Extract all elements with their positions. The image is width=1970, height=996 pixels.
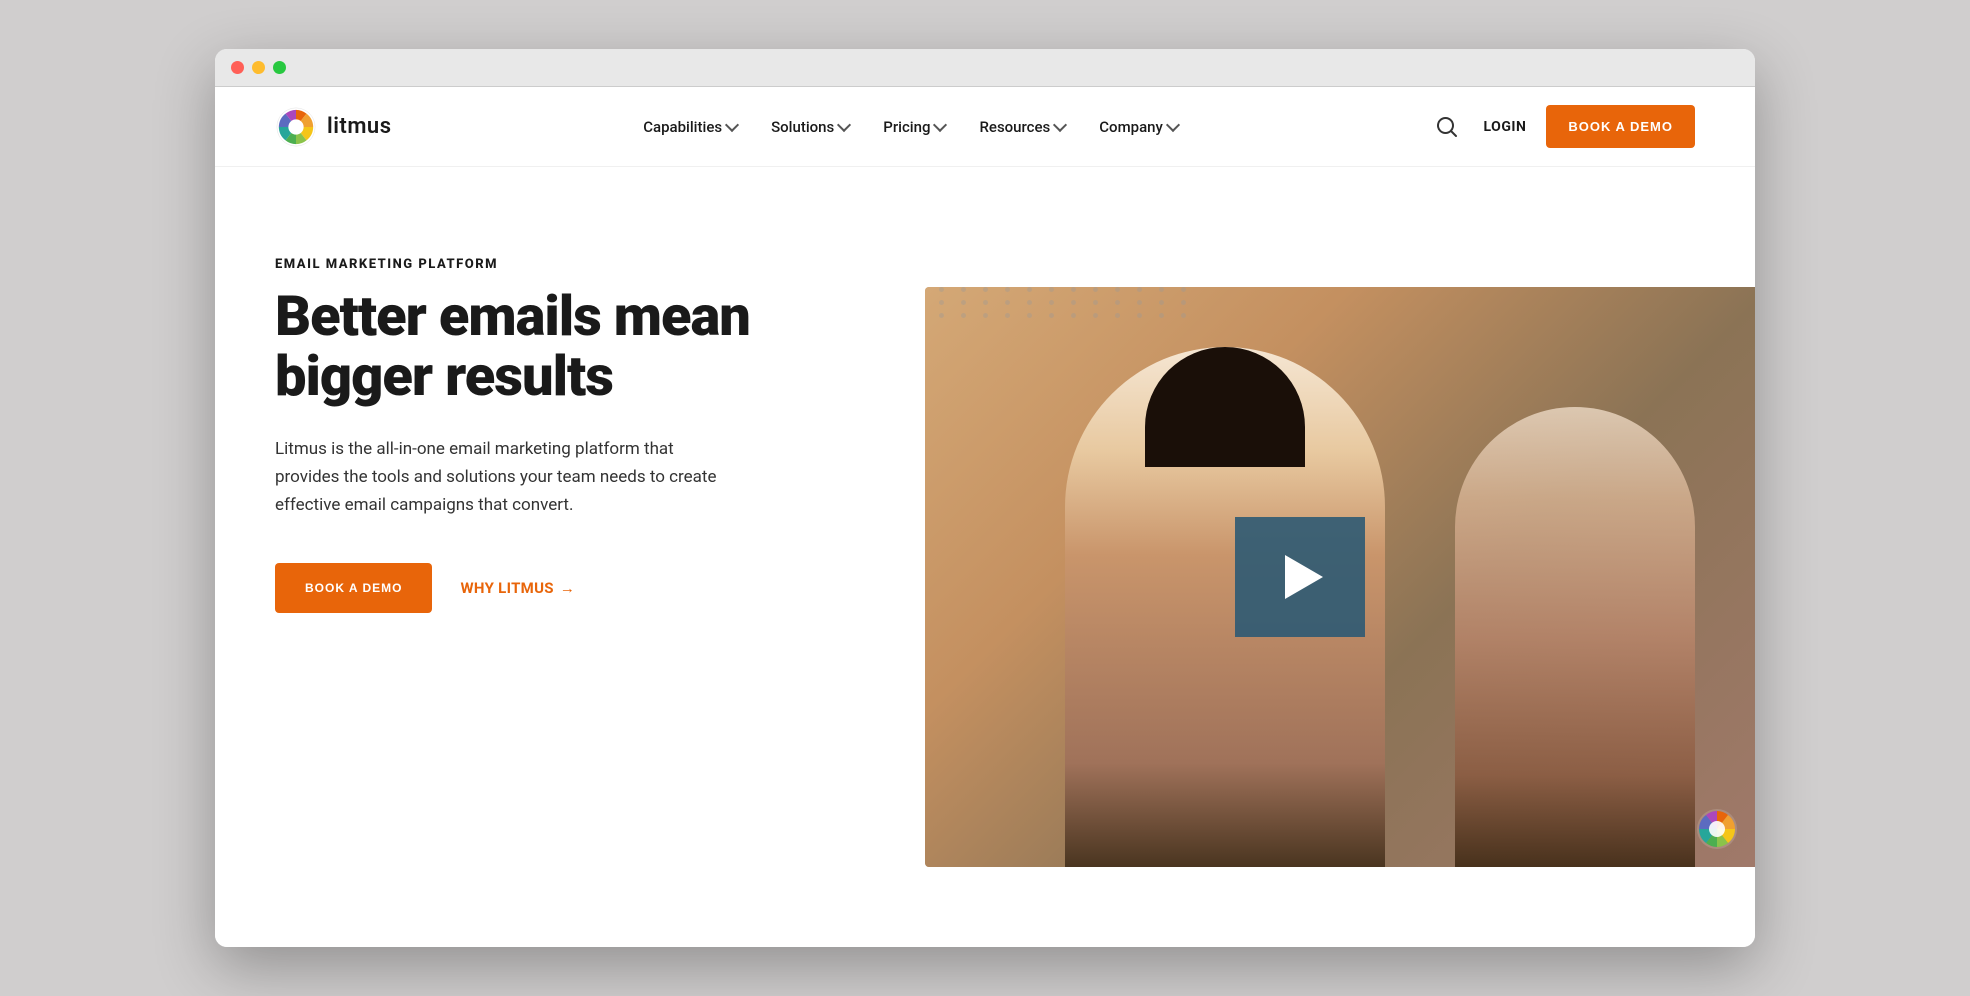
dot (1181, 313, 1186, 318)
book-demo-hero-button[interactable]: BOOK A DEMO (275, 563, 432, 613)
dot (1181, 287, 1186, 292)
nav-right: LOGIN BOOK A DEMO (1430, 105, 1695, 148)
dot (1137, 300, 1142, 305)
dot (939, 287, 944, 292)
search-icon (1436, 116, 1458, 138)
dot (1115, 300, 1120, 305)
dot (1137, 313, 1142, 318)
login-button[interactable]: LOGIN (1480, 111, 1531, 143)
minimize-dot[interactable] (252, 61, 265, 74)
dot (983, 287, 988, 292)
hero-image (925, 287, 1755, 867)
dot (1027, 287, 1032, 292)
hero-media (925, 287, 1755, 867)
dot (1049, 287, 1054, 292)
dot (1027, 313, 1032, 318)
play-icon (1285, 555, 1323, 599)
dot (939, 300, 944, 305)
nav-item-capabilities[interactable]: Capabilities (629, 110, 751, 144)
nav-item-resources[interactable]: Resources (965, 110, 1079, 144)
dot (1071, 287, 1076, 292)
dot (1049, 300, 1054, 305)
close-dot[interactable] (231, 61, 244, 74)
page-content: litmus Capabilities Solutions Pricing Re… (215, 87, 1755, 947)
chevron-down-icon (933, 118, 947, 132)
hero-eyebrow: EMAIL MARKETING PLATFORM (275, 257, 855, 272)
book-demo-nav-button[interactable]: BOOK A DEMO (1546, 105, 1695, 148)
nav-item-company[interactable]: Company (1085, 110, 1192, 144)
chevron-down-icon (1053, 118, 1067, 132)
dot (1071, 300, 1076, 305)
dot (1093, 300, 1098, 305)
dot (1049, 313, 1054, 318)
chevron-down-icon (725, 118, 739, 132)
browser-window: litmus Capabilities Solutions Pricing Re… (215, 49, 1755, 947)
video-play-button[interactable] (1235, 517, 1365, 637)
logo-icon (275, 106, 317, 148)
hero-left: EMAIL MARKETING PLATFORM Better emails m… (275, 227, 855, 613)
dot (1181, 300, 1186, 305)
maximize-dot[interactable] (273, 61, 286, 74)
hero-body: Litmus is the all-in-one email marketing… (275, 435, 735, 519)
nav-item-pricing[interactable]: Pricing (869, 110, 959, 144)
dot (1159, 313, 1164, 318)
dot (1093, 287, 1098, 292)
nav-links: Capabilities Solutions Pricing Resources… (629, 110, 1192, 144)
dot (1005, 313, 1010, 318)
dot (1115, 287, 1120, 292)
why-litmus-link[interactable]: WHY LITMUS → (460, 579, 575, 597)
search-button[interactable] (1430, 110, 1464, 144)
dot (1115, 313, 1120, 318)
chevron-down-icon (1166, 118, 1180, 132)
dot (1071, 313, 1076, 318)
media-watermark-logo (1695, 807, 1739, 851)
dot (1027, 300, 1032, 305)
dot (939, 313, 944, 318)
dot (1137, 287, 1142, 292)
dot (983, 300, 988, 305)
hero-section: EMAIL MARKETING PLATFORM Better emails m… (215, 167, 1755, 867)
hero-headline: Better emails mean bigger results (275, 286, 855, 407)
dot (1005, 287, 1010, 292)
dot (961, 300, 966, 305)
hair-detail (1145, 347, 1305, 467)
dot (1093, 313, 1098, 318)
chevron-down-icon (837, 118, 851, 132)
navbar: litmus Capabilities Solutions Pricing Re… (215, 87, 1755, 167)
hero-cta-group: BOOK A DEMO WHY LITMUS → (275, 563, 855, 613)
dot (961, 287, 966, 292)
nav-item-solutions[interactable]: Solutions (757, 110, 863, 144)
dot (983, 313, 988, 318)
dot (1159, 300, 1164, 305)
logo-link[interactable]: litmus (275, 106, 392, 148)
dot (961, 313, 966, 318)
dot (1005, 300, 1010, 305)
arrow-icon: → (560, 579, 575, 597)
dot (1159, 287, 1164, 292)
person-2 (1455, 407, 1695, 867)
dot-pattern-decoration: // Generate dots inline const dp = docum… (939, 287, 1195, 318)
browser-chrome (215, 49, 1755, 87)
logo-text: litmus (327, 114, 392, 139)
